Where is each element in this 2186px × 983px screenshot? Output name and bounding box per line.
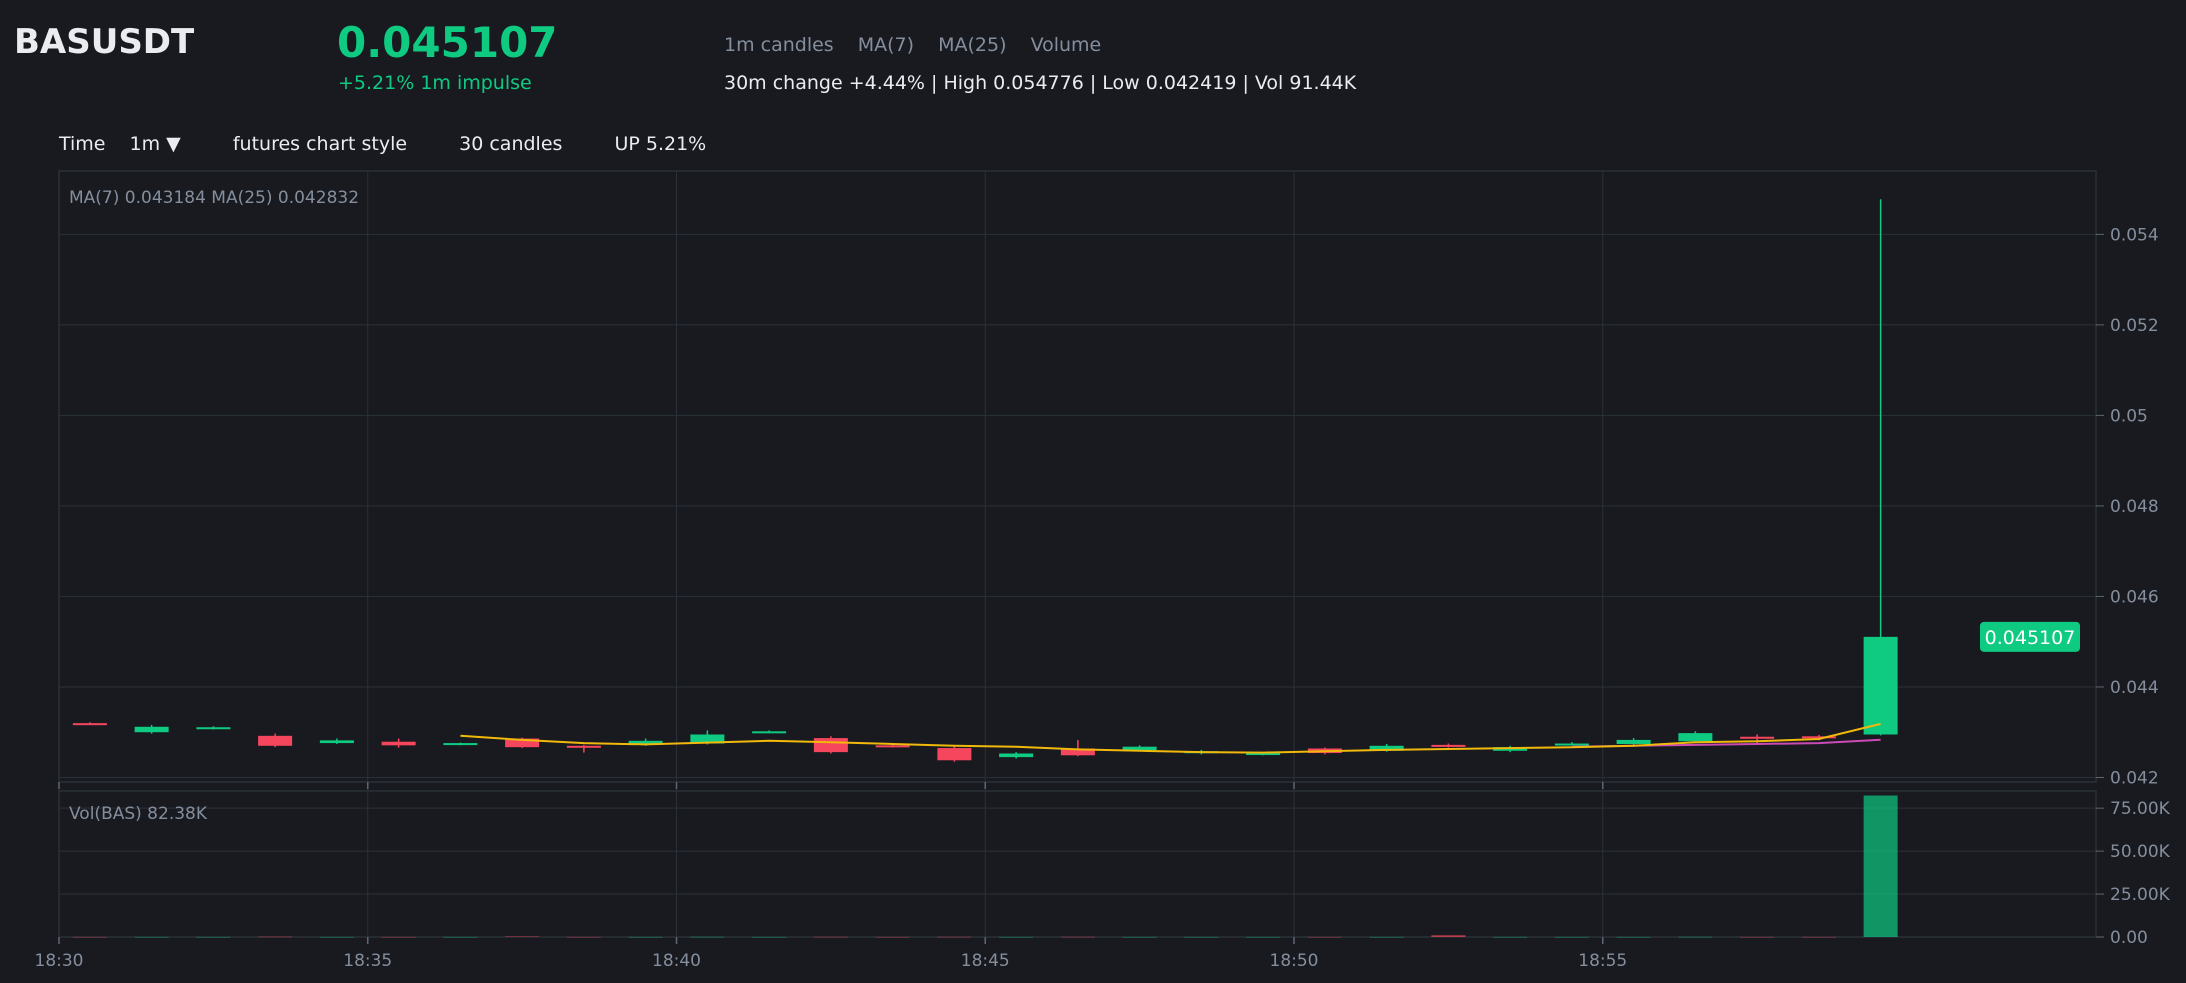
candle-body xyxy=(1678,733,1713,742)
volume-bar xyxy=(505,936,540,937)
volume-bar xyxy=(813,936,848,938)
time-tick-label: 18:40 xyxy=(652,951,701,971)
candle-body xyxy=(381,741,416,746)
chart-page: BASUSDT 0.045107 +5.21% 1m impulse 1m ca… xyxy=(0,0,2186,983)
candlestick-chart[interactable]: 0.054 0.052 0.05 0.048 0.046 0.044 0.042 75.00K… xyxy=(0,0,2186,983)
candle-body xyxy=(72,723,107,726)
volume-bar xyxy=(1493,936,1528,938)
volume-bar xyxy=(381,936,416,938)
volume-tick-label: 25.00K xyxy=(2110,885,2171,905)
volume-bar xyxy=(1554,936,1589,938)
candle-body xyxy=(1616,739,1651,744)
volume-bar xyxy=(566,936,601,938)
volume-bar xyxy=(258,936,293,938)
volume-bar xyxy=(1431,935,1466,937)
volume-bar xyxy=(1307,936,1342,938)
volume-bar xyxy=(1801,936,1836,938)
volume-bar xyxy=(319,936,354,938)
volume-bar xyxy=(1678,936,1713,938)
time-tick-label: 18:55 xyxy=(1578,951,1627,971)
last-price-tag-label: 0.045107 xyxy=(1985,627,2076,649)
volume-bar xyxy=(1122,936,1157,938)
volume-bar xyxy=(1863,795,1898,937)
price-tick-label: 0.054 xyxy=(2110,225,2159,245)
volume-pane-border xyxy=(58,790,2097,938)
volume-bar xyxy=(999,936,1034,938)
chart-grid xyxy=(58,171,2096,938)
price-pane-border xyxy=(58,170,2097,783)
candle-body xyxy=(1863,636,1898,735)
candle-body xyxy=(1740,736,1775,739)
time-tick-label: 18:30 xyxy=(35,951,84,971)
volume-bar xyxy=(875,936,910,938)
candle-body xyxy=(443,743,478,746)
volume-tick-label: 75.00K xyxy=(2110,799,2171,819)
volume-bar xyxy=(690,936,725,938)
volume-bar xyxy=(1369,936,1404,938)
price-tick-label: 0.042 xyxy=(2110,768,2159,788)
last-price-tag: 0.045107 xyxy=(1980,621,2080,652)
time-tick-label: 18:50 xyxy=(1270,951,1319,971)
time-tick-label: 18:35 xyxy=(343,951,392,971)
axes: 0.054 0.052 0.05 0.048 0.046 0.044 0.042 75.00K… xyxy=(35,225,2171,971)
candle-body xyxy=(566,745,601,748)
candle-body xyxy=(1431,744,1466,747)
candle-body xyxy=(937,748,972,761)
price-pane-legend: MA(7) 0.043184 MA(25) 0.042832 xyxy=(69,188,359,208)
candle-body xyxy=(875,745,910,748)
volume-bar xyxy=(937,936,972,938)
ma7-line xyxy=(460,722,1881,754)
volume-bar xyxy=(134,936,169,938)
price-tick-label: 0.052 xyxy=(2110,316,2159,336)
volume-bar xyxy=(1616,936,1651,938)
candle-body xyxy=(813,738,848,753)
volume-bar xyxy=(1246,936,1281,938)
volume-bar xyxy=(443,936,478,938)
volume-bar xyxy=(196,936,231,938)
price-tick-label: 0.044 xyxy=(2110,678,2159,698)
volume-bar xyxy=(752,936,787,938)
volume-bar xyxy=(628,936,663,938)
price-tick-label: 0.05 xyxy=(2110,406,2148,426)
price-tick-label: 0.046 xyxy=(2110,587,2159,607)
candle-body xyxy=(752,731,787,734)
price-tick-label: 0.048 xyxy=(2110,497,2159,517)
candle-body xyxy=(196,727,231,730)
time-tick-label: 18:45 xyxy=(961,951,1010,971)
candle-body xyxy=(1554,743,1589,746)
candle-body xyxy=(319,740,354,744)
candle-body xyxy=(999,753,1034,758)
candle-body xyxy=(134,726,169,733)
moving-averages xyxy=(460,722,1881,754)
candle-body xyxy=(258,735,293,746)
volume-bar xyxy=(1740,936,1775,938)
volume-bar xyxy=(1184,936,1219,938)
volume-tick-label: 50.00K xyxy=(2110,842,2171,862)
volume-pane-legend: Vol(BAS) 82.38K xyxy=(69,804,208,824)
volume-tick-label: 0.00 xyxy=(2110,928,2148,948)
volume-bar xyxy=(1060,936,1095,938)
volume-bar xyxy=(72,936,107,938)
